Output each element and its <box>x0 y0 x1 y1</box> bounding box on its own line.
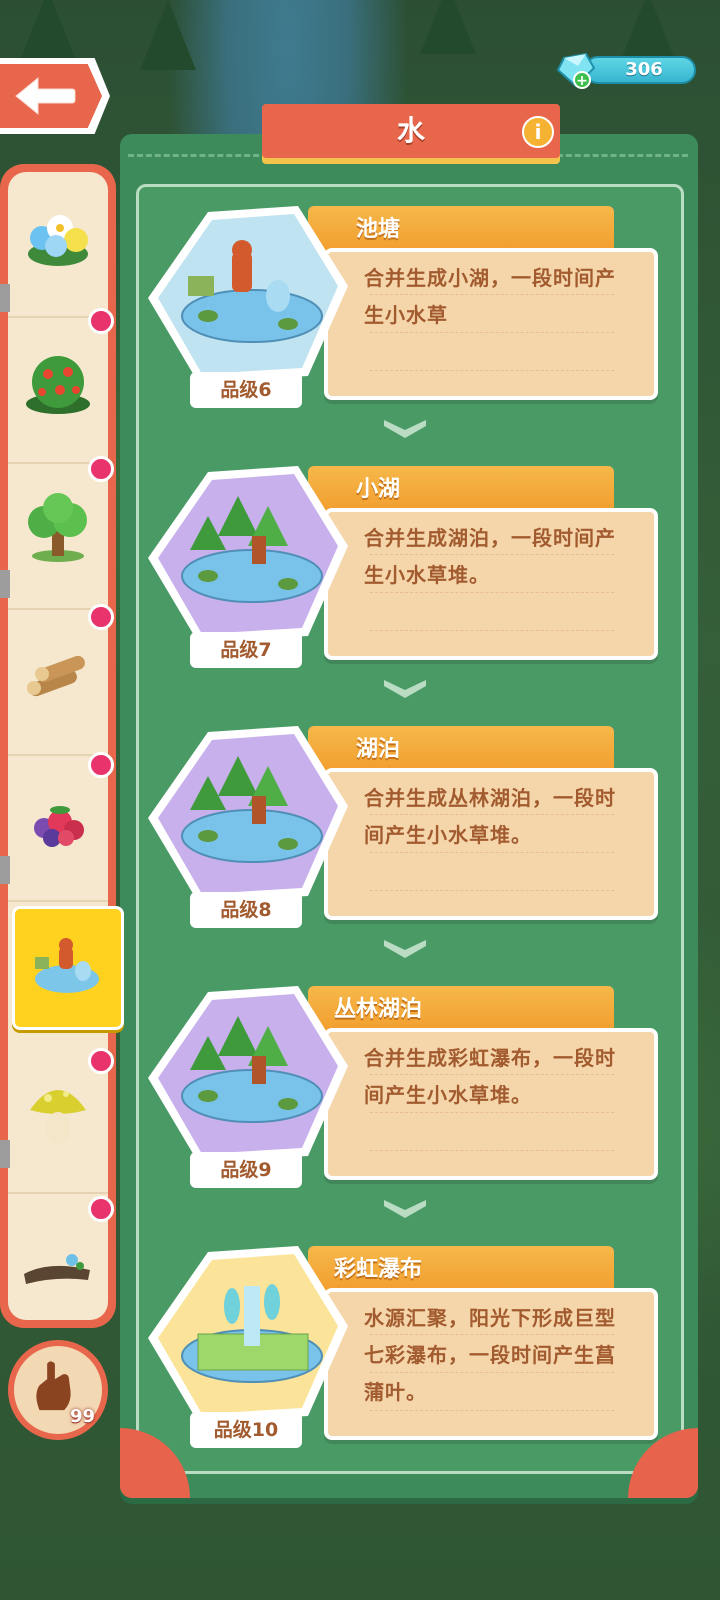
item-description: 合并生成彩虹瀑布，一段时间产生小水草堆。 <box>364 1046 616 1107</box>
sidebar-item-berry-bush[interactable] <box>8 318 108 464</box>
hand-count: 99 <box>70 1406 96 1427</box>
sidebar-item-mushroom[interactable] <box>8 1048 108 1194</box>
sidebar-item-water[interactable] <box>12 906 124 1030</box>
background-tree <box>140 0 196 70</box>
item-grade: 品级6 <box>190 372 302 408</box>
item-hex-frame <box>148 206 348 382</box>
item-card[interactable]: 丛林湖泊 合并生成彩虹瀑布，一段时间产生小水草堆。 品级9 <box>148 986 660 1192</box>
background-tree <box>20 0 76 60</box>
info-button[interactable]: i <box>522 116 554 148</box>
item-hex-frame <box>148 1246 348 1422</box>
item-hex-frame <box>148 986 348 1162</box>
sidebar-item-logs[interactable] <box>8 610 108 756</box>
mushroom-icon <box>30 1090 86 1144</box>
chevron-down-icon <box>384 940 426 958</box>
item-card[interactable]: 彩虹瀑布 水源汇聚，阳光下形成巨型七彩瀑布，一段时间产生菖蒲叶。 品级10 <box>148 1246 660 1452</box>
pond-icon <box>35 938 99 993</box>
ruled-line <box>370 370 614 371</box>
sidebar-item-driftwood[interactable] <box>8 1194 108 1340</box>
item-description: 水源汇聚，阳光下形成巨型七彩瀑布，一段时间产生菖蒲叶。 <box>364 1306 616 1404</box>
item-card[interactable]: 湖泊 合并生成丛林湖泊，一段时间产生小水草堆。 品级8 <box>148 726 660 932</box>
driftwood-icon <box>24 1254 90 1284</box>
item-card[interactable]: 池塘 合并生成小湖，一段时间产生小水草 品级6 <box>148 206 660 412</box>
chevron-down-icon <box>384 1200 426 1218</box>
flowers-icon <box>28 215 88 266</box>
chevron-down-icon <box>384 420 426 438</box>
sidebar-item-berries[interactable] <box>8 756 108 902</box>
sidebar-item-flowers[interactable] <box>8 172 108 318</box>
chevron-down-icon <box>384 680 426 698</box>
background-tree <box>420 0 476 54</box>
sidebar-item-tree[interactable] <box>8 464 108 610</box>
berries-icon <box>34 806 84 847</box>
tree-icon <box>28 493 87 562</box>
item-grade: 品级7 <box>190 632 302 668</box>
ruled-line <box>370 630 614 631</box>
background-tree <box>620 0 676 62</box>
add-gems-button[interactable]: + <box>573 71 591 89</box>
arrow-left-icon <box>15 76 76 116</box>
item-grade: 品级8 <box>190 892 302 928</box>
item-hex-frame <box>148 726 348 902</box>
page-title: 水 <box>396 114 425 147</box>
item-grade: 品级10 <box>190 1412 302 1448</box>
gem-count: 306 <box>625 59 663 80</box>
item-description: 合并生成小湖，一段时间产生小水草 <box>364 266 616 327</box>
item-hex-frame <box>148 466 348 642</box>
item-description: 合并生成湖泊，一段时间产生小水草堆。 <box>364 526 616 587</box>
ruled-line <box>370 1150 614 1151</box>
item-card[interactable]: 小湖 合并生成湖泊，一段时间产生小水草堆。 品级7 <box>148 466 660 672</box>
item-grade: 品级9 <box>190 1152 302 1188</box>
logs-icon <box>27 655 85 697</box>
ruled-line <box>370 890 614 891</box>
berry-bush-icon <box>26 356 90 414</box>
item-description: 合并生成丛林湖泊，一段时间产生小水草堆。 <box>364 786 616 847</box>
